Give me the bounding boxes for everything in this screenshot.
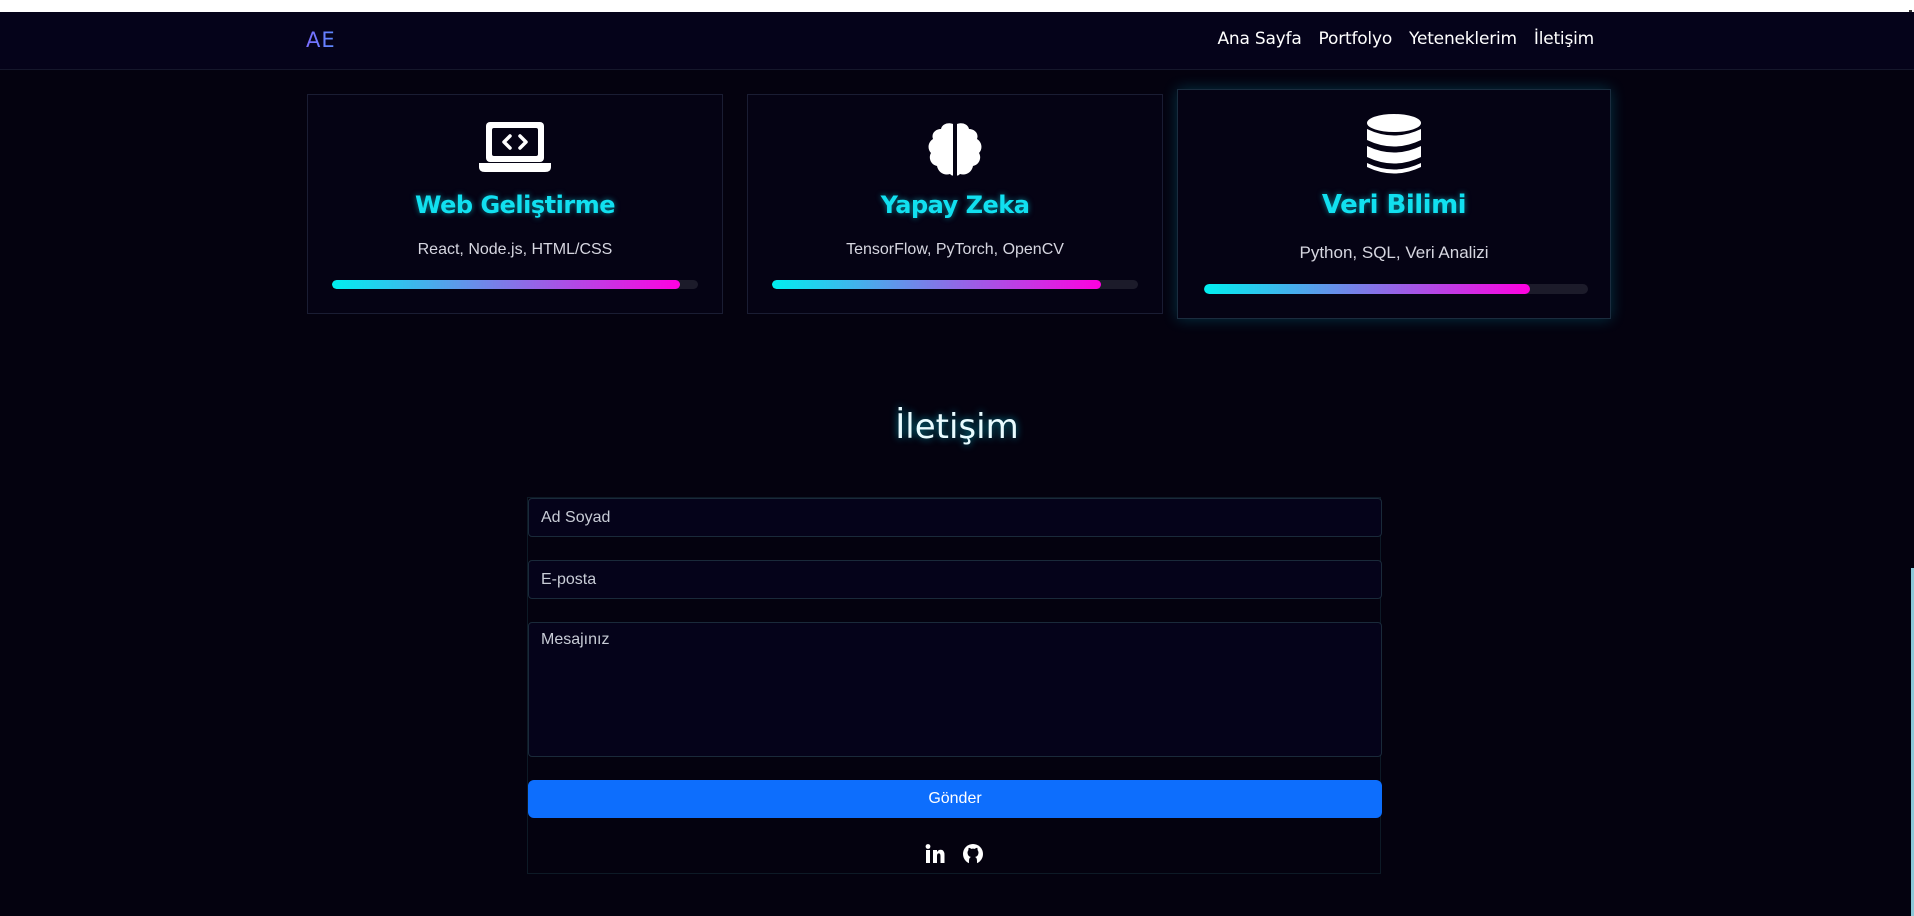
skill-progress-bar [1204,284,1588,294]
browser-top-strip [0,0,1914,12]
skill-progress-bar [772,280,1138,289]
skill-title: Veri Bilimi [1321,190,1467,220]
skill-card-data: Veri Bilimi Python, SQL, Veri Analizi [1177,89,1611,319]
database-icon [1178,114,1610,176]
linkedin-icon[interactable] [924,843,946,865]
skill-desc: React, Node.js, HTML/CSS [417,241,613,258]
skill-card-web: Web Geliştirme React, Node.js, HTML/CSS [307,94,723,314]
skill-desc: Python, SQL, Veri Analizi [1299,243,1489,262]
nav-link-skills[interactable]: Yeteneklerim [1409,29,1517,49]
nav-links: Ana Sayfa Portfolyo Yeteneklerim İletişi… [1217,29,1594,49]
skill-progress-fill [1204,284,1531,294]
skill-title: Yapay Zeka [880,191,1030,219]
email-input[interactable] [528,560,1382,599]
skill-progress-bar [332,280,698,289]
nav-link-contact[interactable]: İletişim [1534,29,1594,49]
skill-title: Web Geliştirme [415,191,615,219]
send-button[interactable]: Gönder [528,780,1382,818]
contact-form: Gönder [527,497,1382,874]
name-input[interactable] [528,498,1382,537]
nav-link-portfolio[interactable]: Portfolyo [1319,29,1393,49]
laptop-code-icon [308,121,722,173]
contact-section-title: İletişim [895,407,1019,447]
site-logo[interactable]: AE [306,28,336,52]
navbar: AE Ana Sayfa Portfolyo Yeteneklerim İlet… [0,12,1914,70]
message-textarea[interactable] [528,622,1382,757]
skill-card-ai: Yapay Zeka TensorFlow, PyTorch, OpenCV [747,94,1163,314]
skill-desc: TensorFlow, PyTorch, OpenCV [846,241,1064,258]
github-icon[interactable] [962,843,984,865]
skill-progress-fill [332,280,680,289]
nav-link-home[interactable]: Ana Sayfa [1217,29,1301,49]
skill-progress-fill [772,280,1102,289]
brain-icon [748,121,1162,179]
social-links [528,843,1380,865]
